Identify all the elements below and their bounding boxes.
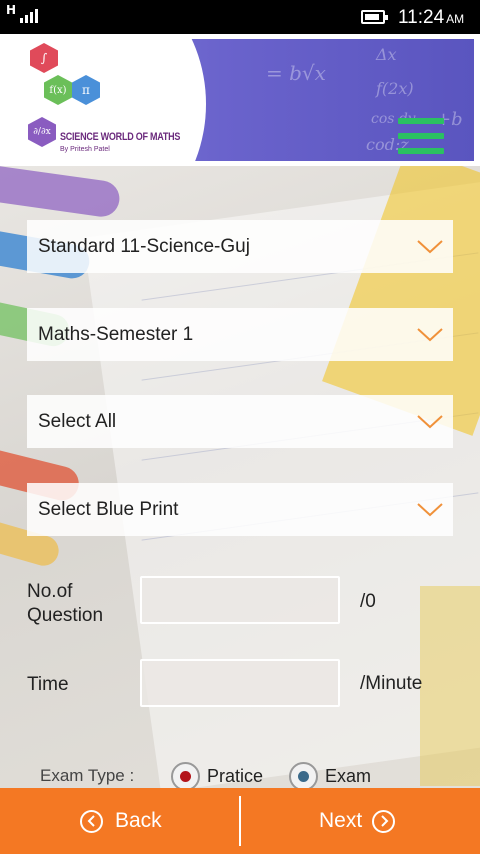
subject-dropdown[interactable]: Maths-Semester 1 [27, 308, 453, 361]
time-input[interactable] [140, 659, 340, 707]
exam-radio-label[interactable]: Exam [325, 766, 371, 787]
bottom-nav-bar: Back Next [0, 788, 480, 854]
battery-icon [361, 10, 388, 24]
back-button[interactable]: Back [80, 788, 162, 854]
status-bar: H 11:24 AM [0, 0, 480, 34]
chevron-down-icon [407, 220, 453, 273]
practice-radio[interactable] [171, 762, 200, 788]
question-count-input[interactable] [140, 576, 340, 624]
question-count-label: No.of Question [27, 581, 104, 626]
exam-radio[interactable] [289, 762, 318, 788]
chapter-dropdown[interactable]: Select All [27, 395, 453, 448]
logo-title: SCIENCE WORLD OF MATHS [60, 131, 181, 143]
chevron-right-icon [372, 809, 396, 833]
question-count-suffix: /0 [360, 591, 376, 612]
app-header: Δx = b√x f(2x) cos dv cod:z +b ∫ f(x) π … [0, 34, 480, 166]
next-button-label: Next [319, 809, 363, 832]
chevron-down-icon [407, 308, 453, 361]
hamburger-menu-icon[interactable] [398, 116, 444, 156]
radio-dot-icon [180, 771, 191, 782]
footer-divider [239, 796, 241, 846]
time-suffix: /Minute [360, 673, 423, 694]
signal-icon [20, 7, 38, 23]
network-indicator: H [6, 3, 17, 17]
standard-dropdown[interactable]: Standard 11-Science-Guj [27, 220, 453, 273]
chevron-down-icon [407, 395, 453, 448]
exam-type-label: Exam Type : [40, 766, 135, 785]
chevron-down-icon [407, 483, 453, 536]
practice-radio-label[interactable]: Pratice [207, 766, 263, 787]
chevron-left-icon [80, 809, 103, 833]
clock: 11:24 AM [398, 7, 465, 28]
form-area: Standard 11-Science-Guj Maths-Semester 1… [0, 166, 480, 788]
next-button[interactable]: Next [319, 788, 396, 854]
back-button-label: Back [115, 809, 162, 832]
radio-dot-icon [298, 771, 309, 782]
blueprint-dropdown[interactable]: Select Blue Print [27, 483, 453, 536]
time-label: Time [27, 674, 69, 695]
logo-subtitle: By Pritesh Patel [60, 146, 110, 153]
